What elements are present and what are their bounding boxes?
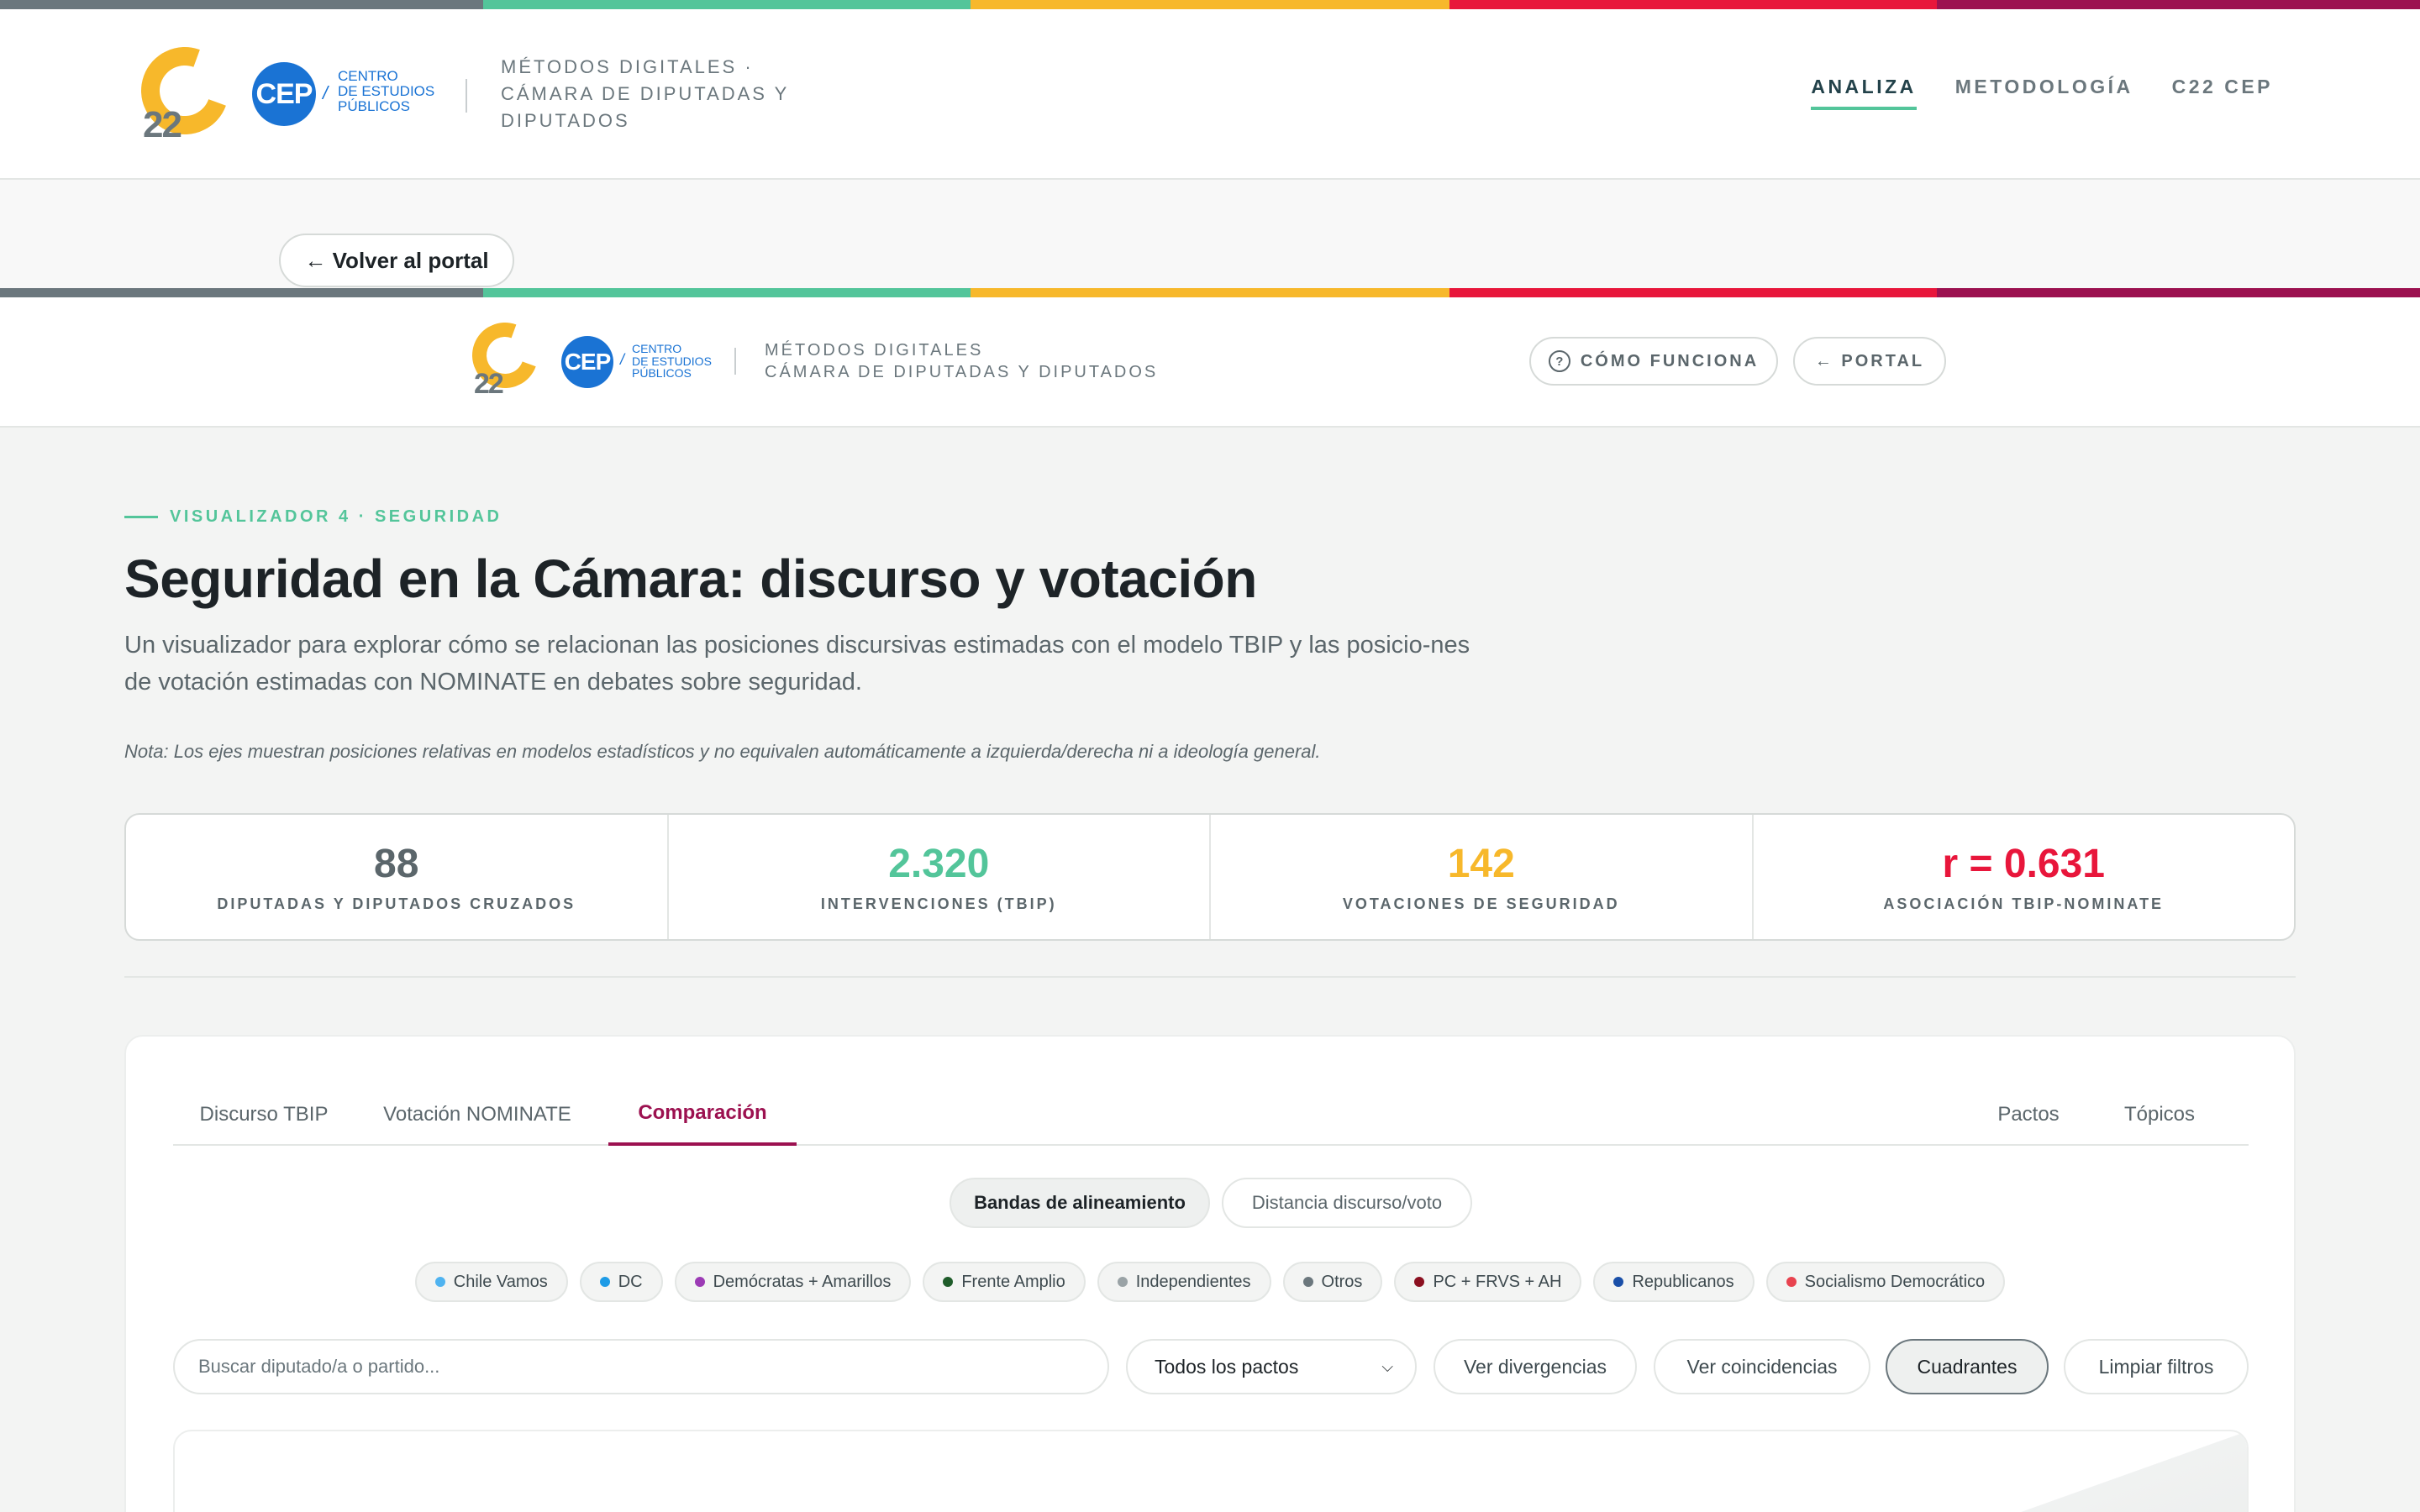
party-chip[interactable]: DC	[579, 1262, 663, 1302]
party-chip[interactable]: Demócratas + Amarillos	[674, 1262, 912, 1302]
party-chip[interactable]: Chile Vamos	[414, 1262, 568, 1302]
color-stripe	[0, 288, 2420, 297]
party-dot	[694, 1277, 705, 1287]
logo-divider	[466, 79, 467, 113]
pact-select[interactable]: Todos los pactos ⌵	[1126, 1339, 1417, 1394]
stat-value: r = 0.631	[1942, 842, 2106, 886]
clear-filters-button[interactable]: Limpiar filtros	[2064, 1339, 2249, 1394]
visualizer-card: Discurso TBIP Votación NOMINATE Comparac…	[124, 1035, 2296, 1512]
cep-logo-slash: /	[323, 82, 329, 103]
chevron-down-icon: ⌵	[1381, 1357, 1393, 1375]
party-dot	[1302, 1277, 1313, 1287]
party-chip[interactable]: Independientes	[1097, 1262, 1271, 1302]
stat-label: INTERVENCIONES (TBIP)	[820, 895, 1057, 912]
party-dot	[1414, 1277, 1425, 1287]
party-legend: Chile Vamos DC Demócratas + Amarillos Fr…	[126, 1262, 2294, 1302]
tab-comparacion[interactable]: Comparación	[608, 1084, 797, 1146]
eyebrow: VISUALIZADOR 4 · SEGURIDAD	[124, 507, 502, 527]
app-header	[0, 288, 2420, 428]
c22-logo-small[interactable]: 22	[461, 312, 549, 402]
tab-pactos[interactable]: Pactos	[1980, 1084, 2077, 1146]
color-stripe	[0, 0, 2420, 9]
party-chip[interactable]: Republicanos	[1593, 1262, 1754, 1302]
party-chip[interactable]: Socialismo Democrático	[1765, 1262, 2006, 1302]
stat-votes: 142 VOTACIONES DE SEGURIDAD	[1211, 815, 1754, 939]
tab-discurso-tbip[interactable]: Discurso TBIP	[173, 1084, 355, 1146]
nav-c22-cep[interactable]: C22 CEP	[2172, 76, 2273, 110]
section-divider	[124, 976, 2296, 978]
nav-metodologia[interactable]: METODOLOGÍA	[1955, 76, 2133, 110]
party-chip[interactable]: PC + FRVS + AH	[1394, 1262, 1582, 1302]
speech-vote-distance-toggle[interactable]: Distancia discurso/voto	[1222, 1178, 1472, 1228]
alignment-bands-toggle[interactable]: Bandas de alineamiento	[950, 1178, 1210, 1228]
party-dot	[1786, 1277, 1797, 1287]
party-chip[interactable]: Otros	[1282, 1262, 1383, 1302]
page-note: Nota: Los ejes muestran posiciones relat…	[124, 741, 1321, 762]
comparison-plot[interactable]	[173, 1430, 2249, 1512]
eyebrow-line	[124, 516, 158, 518]
stat-deputies: 88 DIPUTADAS Y DIPUTADOS CRUZADOS	[126, 815, 669, 939]
c22-logo[interactable]: 22	[126, 32, 244, 150]
cep-logo-badge[interactable]: CEP	[252, 62, 316, 126]
stat-value: 88	[374, 842, 419, 886]
how-it-works-button[interactable]: ? CÓMO FUNCIONA	[1529, 337, 1778, 386]
party-chip[interactable]: Frente Amplio	[923, 1262, 1086, 1302]
show-coincidences-button[interactable]: Ver coincidencias	[1654, 1339, 1870, 1394]
stat-label: VOTACIONES DE SEGURIDAD	[1342, 895, 1620, 912]
quadrants-button[interactable]: Cuadrantes	[1886, 1339, 2049, 1394]
search-input[interactable]	[173, 1339, 1109, 1394]
back-to-portal-button[interactable]: ← Volver al portal	[279, 234, 514, 287]
tab-votacion-nominate[interactable]: Votación NOMINATE	[363, 1084, 592, 1146]
portal-button[interactable]: ← PORTAL	[1793, 337, 1946, 386]
plot-quadrant-shade	[1894, 1431, 2247, 1512]
party-dot	[599, 1277, 610, 1287]
site-label: MÉTODOS DIGITALES · CÁMARA DE DIPUTADAS …	[501, 56, 790, 131]
question-icon: ?	[1548, 350, 1570, 372]
stat-label: ASOCIACIÓN TBIP-NOMINATE	[1883, 895, 2165, 912]
portal-header: 22 CEP / CENTRO DE ESTUDIOS PÚBLICOS MÉT…	[0, 0, 2420, 180]
nav-analiza[interactable]: ANALIZA	[1811, 76, 1917, 110]
party-dot	[434, 1277, 445, 1287]
stat-value: 2.320	[888, 842, 990, 886]
cep-logo-badge-small[interactable]: CEP	[561, 336, 613, 388]
show-divergences-button[interactable]: Ver divergencias	[1434, 1339, 1637, 1394]
tab-topicos[interactable]: Tópicos	[2107, 1084, 2212, 1146]
stats-panel: 88 DIPUTADAS Y DIPUTADOS CRUZADOS 2.320 …	[124, 813, 2296, 941]
page-title: Seguridad en la Cámara: discurso y votac…	[124, 549, 1257, 609]
party-dot	[1613, 1277, 1624, 1287]
page-description: Un visualizador para explorar cómo se re…	[124, 632, 1470, 696]
portal-nav: ANALIZA METODOLOGÍA C22 CEP	[1811, 76, 2273, 110]
stat-label: DIPUTADAS Y DIPUTADOS CRUZADOS	[217, 895, 576, 912]
app-site-label: MÉTODOS DIGITALES CÁMARA DE DIPUTADAS Y …	[765, 341, 1159, 381]
cep-logo-text-small: CENTRO DE ESTUDIOS PÚBLICOS	[632, 342, 712, 381]
party-dot	[1117, 1277, 1128, 1287]
stat-interventions: 2.320 INTERVENCIONES (TBIP)	[669, 815, 1211, 939]
cep-logo-text: CENTRO DE ESTUDIOS PÚBLICOS	[338, 68, 435, 114]
stat-value: 142	[1447, 842, 1515, 886]
party-dot	[943, 1277, 954, 1287]
cep-logo-slash-small: /	[620, 351, 625, 368]
stat-association: r = 0.631 ASOCIACIÓN TBIP-NOMINATE	[1754, 815, 2295, 939]
filter-bar: Todos los pactos ⌵ Ver divergencias Ver …	[173, 1339, 2249, 1394]
logo-divider-small	[734, 348, 736, 375]
view-tabs: Discurso TBIP Votación NOMINATE Comparac…	[173, 1084, 2249, 1146]
